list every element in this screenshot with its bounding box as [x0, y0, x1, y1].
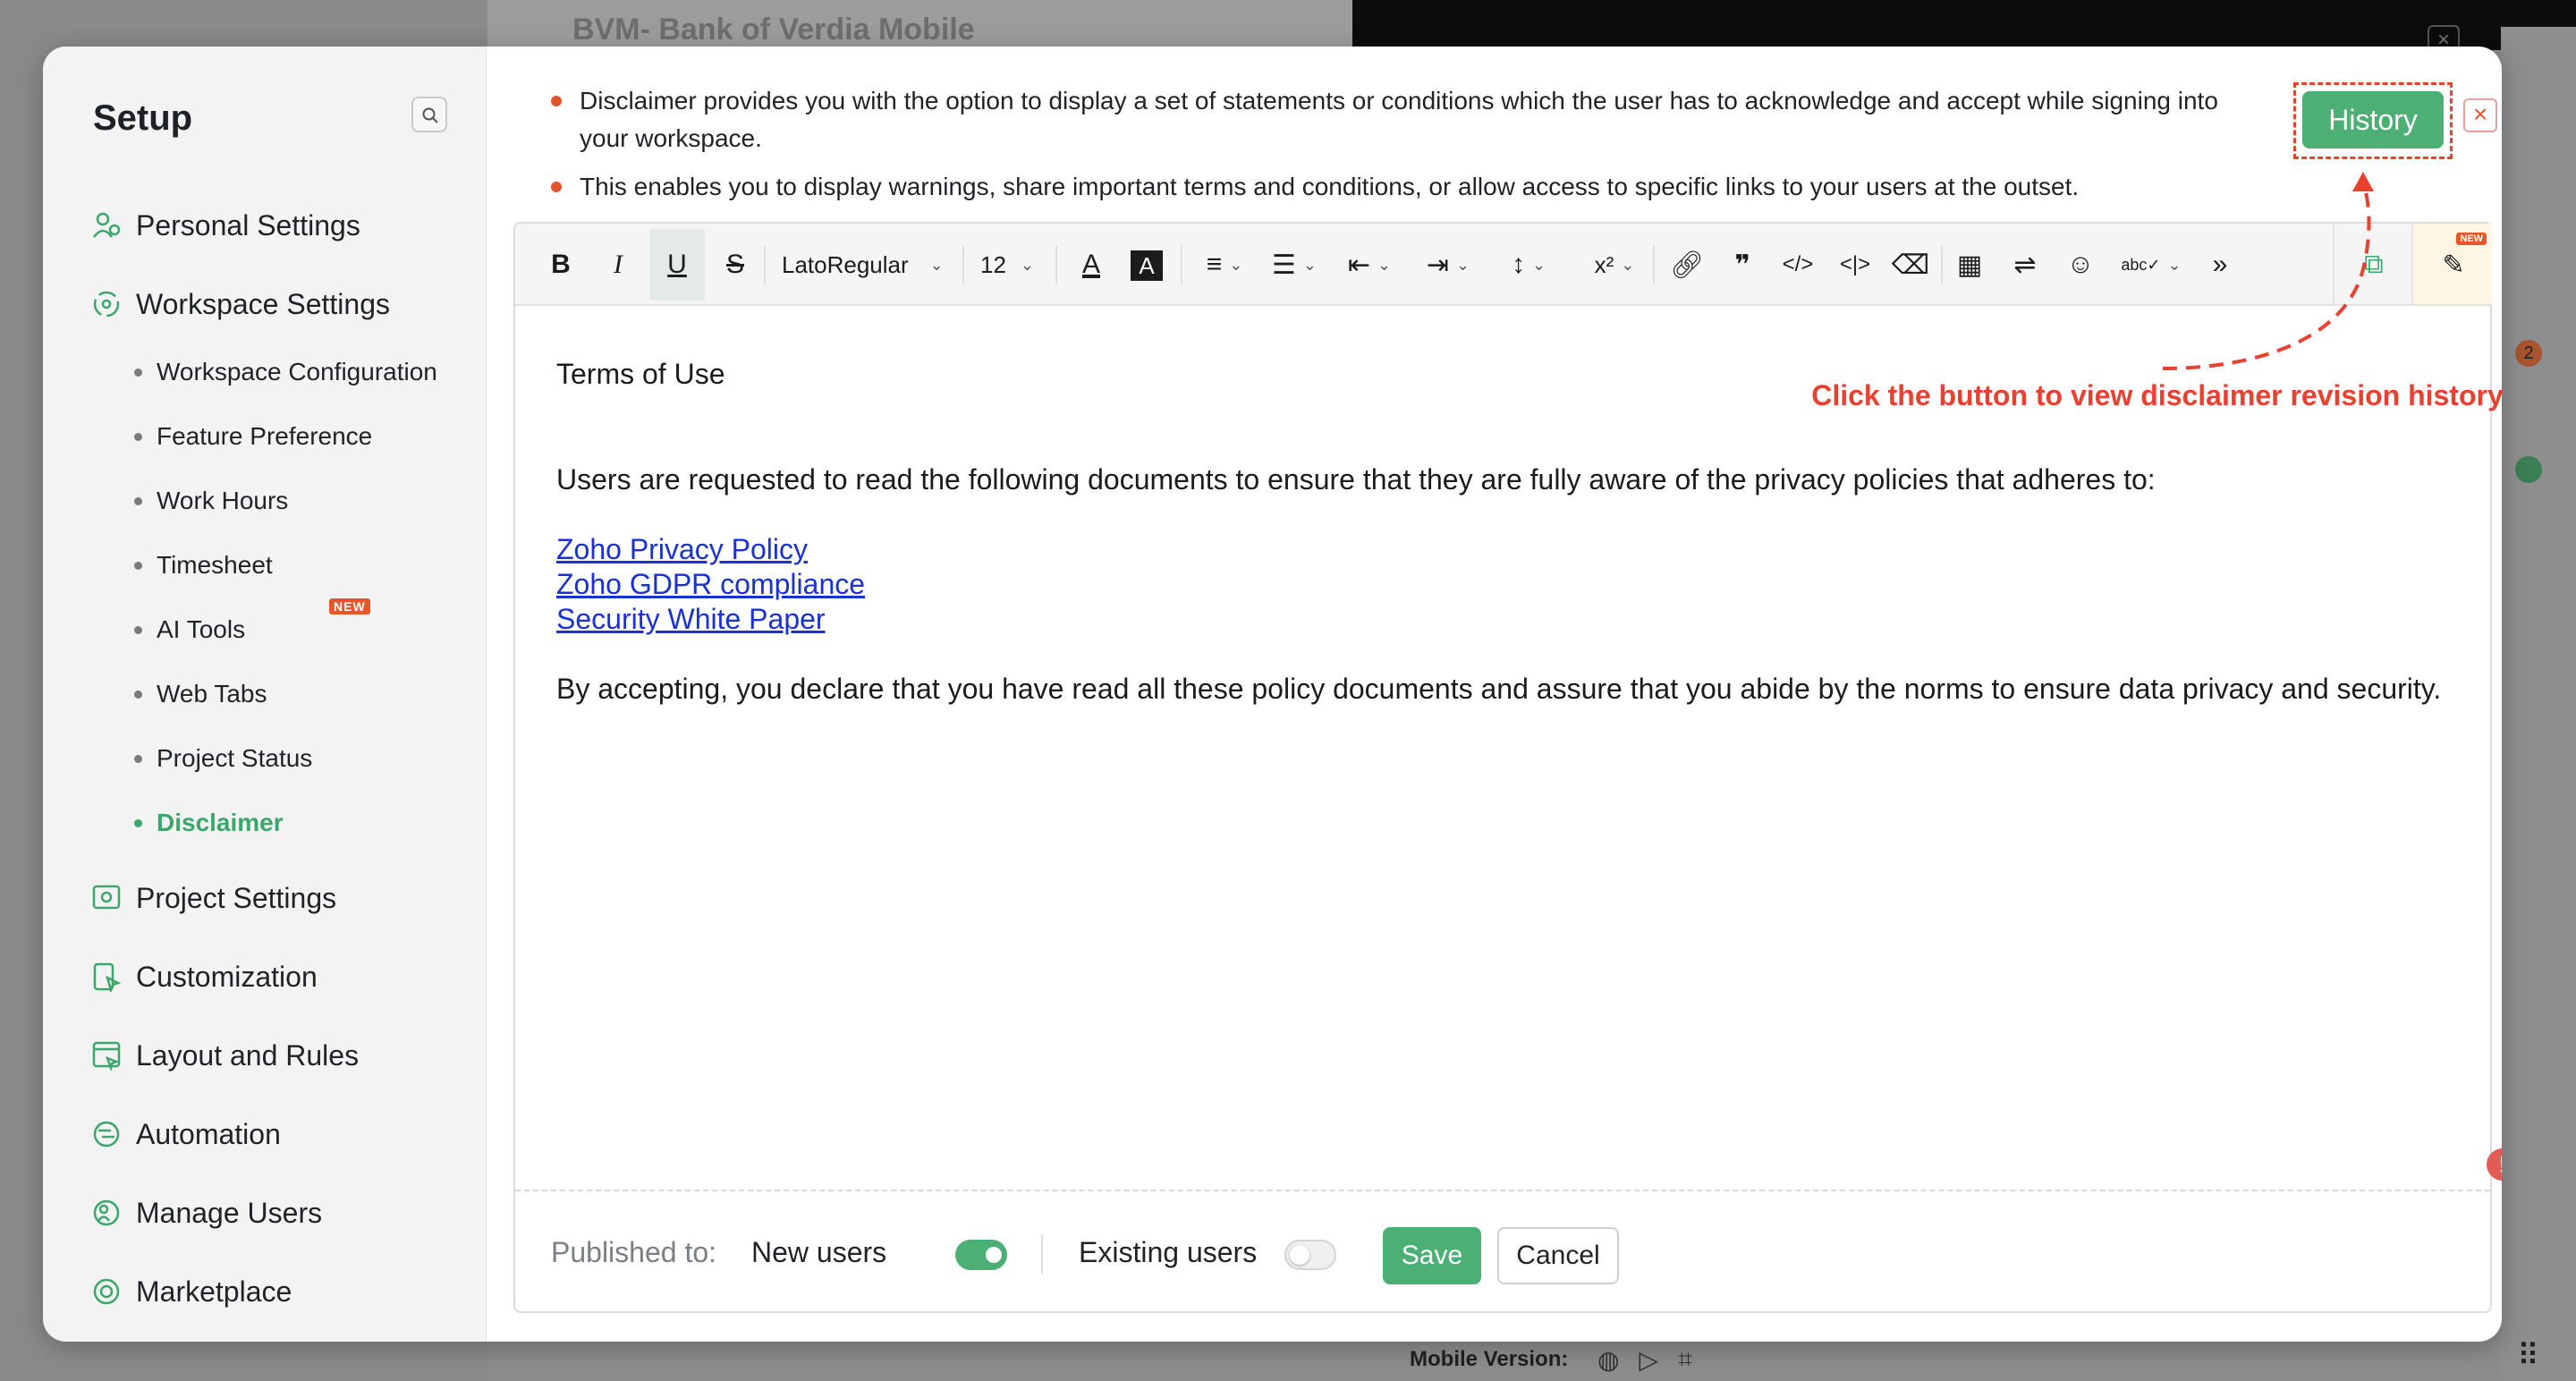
background-project-title: BVM- Bank of Verdia Mobile — [572, 13, 975, 47]
mobile-version-label: Mobile Version: — [1410, 1347, 1569, 1371]
background-badge: 2 — [2515, 340, 2542, 367]
background-dark-panel — [1352, 0, 2576, 50]
apple-icon: ◍ — [1597, 1346, 1620, 1374]
background-status-dot — [2515, 456, 2542, 483]
setup-modal: Setup Personal Settings Workspace Settin… — [43, 47, 2502, 1342]
background-right-rail: 2 — [2501, 27, 2576, 1381]
annotation-arrow — [2162, 172, 2374, 370]
qr-code-icon: ⌗ — [1677, 1345, 1692, 1373]
play-store-icon: ▷ — [1639, 1346, 1658, 1374]
mobile-version-icons: ◍ ▷ ⌗ — [1597, 1345, 1692, 1375]
apps-grid-icon: ⠿ — [2517, 1339, 2539, 1373]
